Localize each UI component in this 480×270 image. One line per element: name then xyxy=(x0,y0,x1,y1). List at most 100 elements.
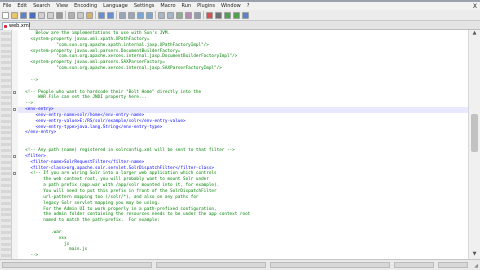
toolbar-separator xyxy=(203,11,204,19)
scroll-up-icon[interactable]: ▲ xyxy=(471,30,478,37)
tab-bar: web.xml xyxy=(0,21,480,30)
line-number xyxy=(1,201,11,205)
line-number xyxy=(1,160,11,164)
sync-vertical-icon[interactable] xyxy=(158,11,165,19)
menu-item-search[interactable]: Search xyxy=(30,3,53,9)
line-number xyxy=(1,32,11,35)
line-number xyxy=(1,254,11,258)
fold-toggle-icon[interactable] xyxy=(13,154,16,158)
line-number xyxy=(1,219,11,223)
line-number xyxy=(1,102,11,106)
cut-icon[interactable] xyxy=(68,11,75,19)
replace-icon[interactable] xyxy=(128,11,135,19)
menu-bar: File Edit Search View Encoding Language Settin… xyxy=(0,2,480,10)
macro-record-icon[interactable] xyxy=(206,11,213,19)
menu-item-encoding[interactable]: Encoding xyxy=(71,3,100,9)
line-number xyxy=(1,242,11,246)
code-line[interactable]: "com.sun.org.apache.xerces.internal.jaxp… xyxy=(20,66,222,72)
tab-web-xml[interactable]: web.xml xyxy=(2,22,30,30)
line-number xyxy=(1,90,11,94)
undo-icon[interactable] xyxy=(98,11,105,19)
line-number xyxy=(1,37,11,41)
code-editor[interactable]: Below are the implementations to use wit… xyxy=(18,30,468,259)
print-icon[interactable] xyxy=(56,11,63,19)
line-number xyxy=(1,143,11,147)
open-file-icon[interactable] xyxy=(11,11,18,19)
status-encoding xyxy=(438,262,468,268)
macro-save-icon[interactable] xyxy=(242,11,249,19)
line-number xyxy=(1,166,11,170)
line-number xyxy=(1,96,11,100)
macro-play-icon[interactable] xyxy=(224,11,231,19)
line-number xyxy=(1,72,11,76)
redo-icon[interactable] xyxy=(107,11,114,19)
menu-item-plugins[interactable]: Plugins xyxy=(194,3,218,9)
line-number xyxy=(1,149,11,152)
line-number xyxy=(1,189,11,193)
toolbar-separator xyxy=(116,11,117,19)
line-number xyxy=(1,213,11,217)
find-icon[interactable] xyxy=(119,11,126,19)
paste-icon[interactable] xyxy=(86,11,93,19)
code-line[interactable]: WAR File can set the JNDI property here.… xyxy=(20,95,147,101)
line-number xyxy=(1,84,11,88)
code-line[interactable]: </env-entry> xyxy=(20,130,56,136)
fold-toggle-icon[interactable] xyxy=(13,90,16,94)
zoom-in-icon[interactable] xyxy=(137,11,144,19)
toolbar-separator xyxy=(155,11,156,19)
indent-guide-icon[interactable] xyxy=(194,11,201,19)
status-position xyxy=(270,262,390,268)
line-number xyxy=(1,178,11,182)
menu-item-run[interactable]: Run xyxy=(179,3,195,9)
line-number xyxy=(1,154,11,158)
line-number xyxy=(1,225,11,229)
menu-item-language[interactable]: Language xyxy=(100,3,131,9)
fold-toggle-icon[interactable] xyxy=(13,108,16,112)
code-line[interactable]: <!-- Any path (name) registered in solrc… xyxy=(20,148,235,154)
close-icon[interactable] xyxy=(38,11,45,19)
menu-item-edit[interactable]: Edit xyxy=(14,3,30,9)
status-eol xyxy=(394,262,434,268)
menu-item-settings[interactable]: Settings xyxy=(131,3,158,9)
resize-grip-icon[interactable]: ◢ xyxy=(474,263,478,269)
line-number xyxy=(1,184,11,188)
code-line[interactable]: --> xyxy=(20,78,38,84)
document-close-button[interactable]: X xyxy=(473,3,477,10)
save-icon[interactable] xyxy=(20,11,27,19)
all-chars-icon[interactable] xyxy=(185,11,192,19)
menu-item-help[interactable]: ? xyxy=(244,3,253,9)
menu-item-window[interactable]: Window xyxy=(218,3,244,9)
line-number xyxy=(1,207,11,211)
zoom-out-icon[interactable] xyxy=(146,11,153,19)
vertical-scrollbar[interactable]: ▲ ▼ xyxy=(468,30,480,259)
scrollbar-thumb[interactable] xyxy=(471,114,478,152)
line-number xyxy=(1,131,11,135)
line-number xyxy=(1,49,11,53)
scroll-down-icon[interactable]: ▼ xyxy=(471,251,478,258)
line-number-gutter[interactable] xyxy=(0,30,12,259)
line-number xyxy=(1,236,11,240)
save-all-icon[interactable] xyxy=(29,11,36,19)
line-number xyxy=(1,172,11,176)
line-number xyxy=(1,43,11,47)
word-wrap-icon[interactable] xyxy=(176,11,183,19)
line-number xyxy=(1,108,11,112)
fold-toggle-icon[interactable] xyxy=(13,172,16,176)
toolbar xyxy=(0,10,480,21)
line-number xyxy=(1,113,11,117)
status-length xyxy=(156,262,266,268)
new-file-icon[interactable] xyxy=(2,11,9,19)
menu-item-macro[interactable]: Macro xyxy=(157,3,178,9)
macro-play-multiple-icon[interactable] xyxy=(233,11,240,19)
menu-item-file[interactable]: File xyxy=(0,3,14,9)
copy-icon[interactable] xyxy=(77,11,84,19)
macro-stop-icon[interactable] xyxy=(215,11,222,19)
sync-horizontal-icon[interactable] xyxy=(167,11,174,19)
line-number xyxy=(1,195,11,199)
menu-item-view[interactable]: View xyxy=(53,3,71,9)
status-file-type xyxy=(2,262,152,268)
code-line[interactable]: named to match the path-prefix. For exam… xyxy=(20,218,159,224)
close-all-icon[interactable] xyxy=(47,11,54,19)
line-number xyxy=(1,230,11,234)
line-number xyxy=(1,248,11,252)
